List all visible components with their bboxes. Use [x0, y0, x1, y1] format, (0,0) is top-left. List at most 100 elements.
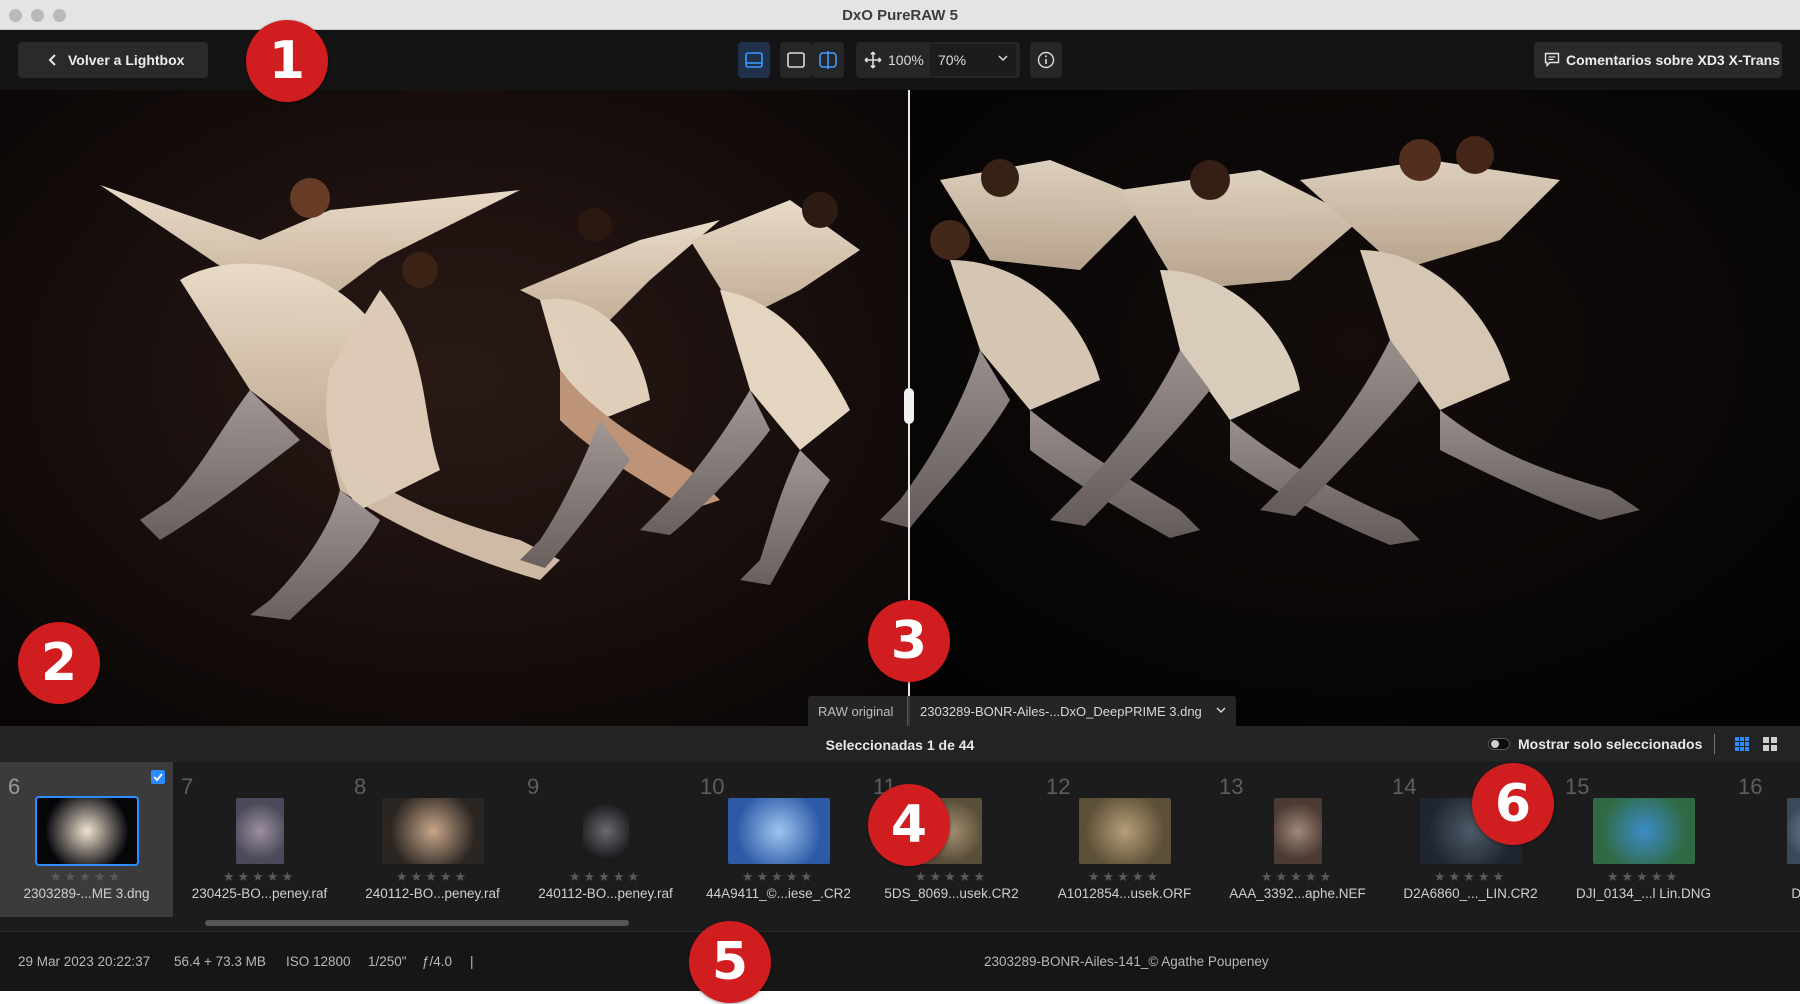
- callout-3: 3: [868, 600, 950, 682]
- rating-stars[interactable]: ★★: [1730, 869, 1800, 885]
- selection-bar: Seleccionadas 1 de 44 Mostrar solo selec…: [0, 726, 1800, 762]
- comment-icon: [1544, 52, 1560, 67]
- status-filename: 2303289-BONR-Ailes-141_© Agathe Poupeney: [984, 954, 1269, 969]
- filmstrip-view-button[interactable]: [738, 42, 770, 78]
- divider: [1714, 734, 1715, 754]
- rating-stars[interactable]: ★★★★★: [865, 869, 1038, 885]
- show-selected-label: Mostrar solo seleccionados: [1518, 736, 1703, 752]
- iso-value: ISO 12800: [286, 954, 351, 969]
- rating-stars[interactable]: ★★★★★: [1038, 869, 1211, 885]
- back-label: Volver a Lightbox: [68, 52, 185, 68]
- callout-1: 1: [246, 20, 328, 102]
- info-button[interactable]: [1030, 42, 1062, 78]
- status-separator: |: [470, 954, 474, 969]
- filmstrip-thumb[interactable]: 16 ★★DJI_027: [1730, 762, 1800, 918]
- thumb-filename: D2A6860_..._LIN.CR2: [1403, 886, 1538, 901]
- comments-label: Comentarios sobre XD3 X-Trans: [1566, 52, 1780, 68]
- thumb-filename: AAA_3392...aphe.NEF: [1229, 886, 1366, 901]
- rating-stars[interactable]: ★★★★★: [1384, 869, 1557, 885]
- thumb-filename: 5DS_8069...usek.CR2: [884, 886, 1019, 901]
- thumb-index: 12: [1046, 774, 1071, 799]
- thumb-image: [1592, 798, 1695, 864]
- thumb-image: [1273, 798, 1322, 864]
- thumb-index: 13: [1219, 774, 1244, 799]
- filmstrip-scrollbar[interactable]: [0, 917, 1800, 931]
- rating-stars[interactable]: ★★★★★: [519, 869, 692, 885]
- rating-stars[interactable]: ★★★★★: [346, 869, 519, 885]
- filmstrip-thumb[interactable]: 10 ★★★★★ 44A9411_©...iese_.CR2: [692, 762, 865, 918]
- show-selected-toggle[interactable]: [1488, 738, 1510, 750]
- callout-6: 6: [1472, 763, 1554, 845]
- filmstrip-thumb[interactable]: 9 ★★★★★ 240112-BO...peney.raf: [519, 762, 692, 918]
- thumb-filename: 44A9411_©...iese_.CR2: [706, 886, 851, 901]
- thumb-image: [727, 798, 830, 864]
- zoom-value: 70%: [938, 52, 967, 68]
- zoom-100-button[interactable]: 100%: [888, 52, 924, 68]
- thumb-image: [1078, 798, 1171, 864]
- thumb-image: [582, 798, 629, 864]
- grid-small-icon[interactable]: [1734, 736, 1750, 752]
- back-to-lightbox-button[interactable]: Volver a Lightbox: [18, 42, 208, 78]
- thumb-index: 7: [181, 774, 194, 799]
- thumb-filename: 230425-BO...peney.raf: [191, 886, 328, 901]
- thumb-filename: 240112-BO...peney.raf: [538, 886, 673, 901]
- rating-stars[interactable]: ★★★★★: [1211, 869, 1384, 885]
- rating-stars[interactable]: ★★★★★: [692, 869, 865, 885]
- checkbox-icon[interactable]: [151, 770, 165, 784]
- chevron-left-icon: [48, 54, 56, 66]
- chevron-down-icon: [1216, 707, 1226, 714]
- toggle-knob: [1491, 740, 1499, 748]
- thumb-image: [1786, 798, 1800, 864]
- processed-file-select[interactable]: 2303289-BONR-Ailes-...DxO_DeepPRIME 3.dn…: [908, 696, 1236, 726]
- filmstrip-thumb[interactable]: 12 ★★★★★ A1012854...usek.ORF: [1038, 762, 1211, 918]
- zoom-select[interactable]: 70%: [930, 44, 1016, 76]
- info-icon: [1037, 51, 1055, 69]
- thumb-index: 15: [1565, 774, 1590, 799]
- rating-stars[interactable]: ★★★★★: [173, 869, 346, 885]
- aperture: ƒ/4.0: [422, 954, 453, 969]
- thumb-image: [235, 798, 284, 864]
- shutter-speed: 1/250": [368, 954, 407, 969]
- split-handle[interactable]: [904, 388, 914, 424]
- thumb-filename: 2303289-...ME 3.dng: [23, 886, 150, 901]
- comments-button[interactable]: Comentarios sobre XD3 X-Trans: [1534, 42, 1782, 78]
- filmstrip-thumb[interactable]: 6 ★★★★★ 2303289-...ME 3.dng: [0, 762, 173, 918]
- thumb-image: [34, 796, 139, 866]
- thumb-index: 6: [8, 774, 21, 799]
- thumb-index: 10: [700, 774, 725, 799]
- thumb-filename: A1012854...usek.ORF: [1057, 886, 1192, 901]
- split-view-icon: [819, 51, 837, 69]
- grid-large-icon[interactable]: [1762, 736, 1778, 752]
- file-size: 56.4 + 73.3 MB: [174, 954, 266, 969]
- filmstrip-thumb[interactable]: 8 ★★★★★ 240112-BO...peney.raf: [346, 762, 519, 918]
- window-title: DxO PureRAW 5: [842, 7, 958, 24]
- single-view-icon: [787, 52, 805, 68]
- split-view-button[interactable]: [812, 42, 844, 78]
- filmstrip-thumb[interactable]: 15 ★★★★★ DJI_0134_...l Lin.DNG: [1557, 762, 1730, 918]
- thumb-index: 16: [1738, 774, 1763, 799]
- chevron-down-icon: [998, 55, 1008, 62]
- scrollbar-thumb[interactable]: [205, 920, 629, 926]
- thumb-filename: 240112-BO...peney.raf: [365, 886, 500, 901]
- compare-labels: RAW original 2303289-BONR-Ailes-...DxO_D…: [808, 696, 1236, 726]
- move-icon[interactable]: [864, 51, 882, 69]
- callout-5: 5: [689, 921, 771, 1003]
- filmstrip-thumb[interactable]: 13 ★★★★★ AAA_3392...aphe.NEF: [1211, 762, 1384, 918]
- rating-stars[interactable]: ★★★★★: [1557, 869, 1730, 885]
- filmstrip-thumb[interactable]: 7 ★★★★★ 230425-BO...peney.raf: [173, 762, 346, 918]
- thumb-index: 9: [527, 774, 540, 799]
- processed-file-label: 2303289-BONR-Ailes-...DxO_DeepPRIME 3.dn…: [920, 704, 1202, 719]
- status-bar: 29 Mar 2023 20:22:37 56.4 + 73.3 MB ISO …: [0, 931, 1800, 991]
- filmstrip-view-icon: [745, 52, 763, 68]
- original-label: RAW original: [808, 696, 908, 726]
- thumb-filename: DJI_0134_...l Lin.DNG: [1575, 886, 1712, 901]
- rating-stars[interactable]: ★★★★★: [0, 869, 173, 885]
- capture-date: 29 Mar 2023 20:22:37: [18, 954, 151, 969]
- callout-2: 2: [18, 622, 100, 704]
- single-view-button[interactable]: [780, 42, 812, 78]
- thumb-index: 8: [354, 774, 367, 799]
- zoom-control: 100% 70%: [856, 42, 1020, 78]
- thumb-filename: DJI_027: [1791, 886, 1800, 901]
- callout-4: 4: [868, 784, 950, 866]
- thumb-index: 14: [1392, 774, 1417, 799]
